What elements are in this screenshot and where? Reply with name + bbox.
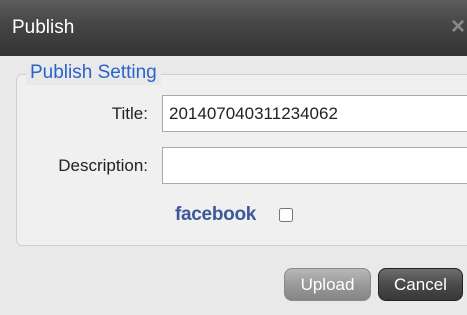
publish-dialog: Publish × Publish Setting Title: Descrip… xyxy=(0,0,467,315)
upload-button[interactable]: Upload xyxy=(284,268,371,301)
close-icon[interactable]: × xyxy=(451,13,465,41)
description-input[interactable] xyxy=(162,147,467,184)
description-label: Description: xyxy=(58,156,148,175)
cancel-button[interactable]: Cancel xyxy=(378,268,463,301)
dialog-titlebar: Publish × xyxy=(0,0,467,56)
title-input[interactable] xyxy=(162,95,467,132)
publish-setting-legend: Publish Setting xyxy=(26,61,161,85)
facebook-logo-text: facebook xyxy=(175,204,257,225)
title-label: Title: xyxy=(111,104,148,123)
facebook-checkbox[interactable] xyxy=(279,208,293,222)
dialog-title: Publish xyxy=(12,17,75,38)
